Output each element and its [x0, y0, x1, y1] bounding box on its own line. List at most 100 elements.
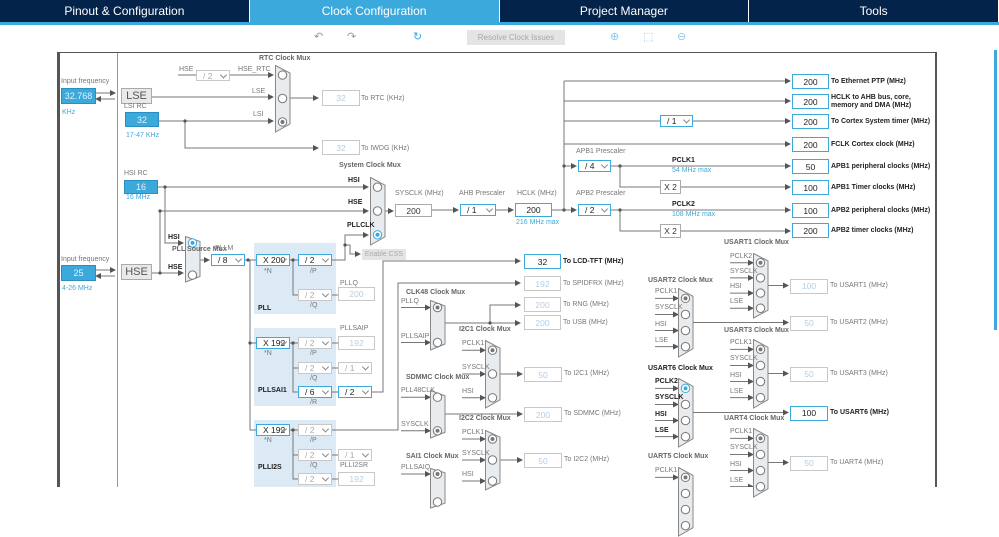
- plln-dropdown[interactable]: X 200: [256, 254, 290, 266]
- output-label: To Ethernet PTP (MHz): [831, 78, 906, 85]
- pllsai1-r-div-dropdown[interactable]: / 2: [338, 386, 372, 398]
- mux-input-radio[interactable]: [755, 303, 766, 313]
- usart6-input-label: HSI: [655, 410, 667, 418]
- mux-input-radio[interactable]: [432, 337, 443, 348]
- ahb-prescaler-label: AHB Prescaler: [459, 190, 505, 197]
- pclk2-max: 108 MHz max: [672, 211, 716, 218]
- mux-input-radio[interactable]: [680, 488, 691, 499]
- mux-input-radio[interactable]: [755, 288, 766, 298]
- output-frequency-input[interactable]: 200: [792, 223, 829, 238]
- pllsai1-title: PLLSAI1: [258, 387, 287, 394]
- rtc-lse-label: LSE: [252, 88, 266, 95]
- pllq-dropdown[interactable]: / 2: [298, 289, 332, 301]
- pllsai1-q-dropdown[interactable]: / 2: [298, 362, 332, 374]
- apb2-prescaler-dropdown[interactable]: / 2: [578, 204, 611, 216]
- cortex-timer-divider[interactable]: / 1: [660, 115, 693, 127]
- apb1-prescaler-dropdown[interactable]: / 4: [578, 160, 611, 172]
- hclk-input[interactable]: 200: [515, 203, 552, 217]
- i2c2-frequency-box: 50: [524, 453, 562, 468]
- output-frequency-input[interactable]: 200: [792, 94, 829, 109]
- pllp-dropdown[interactable]: / 2: [298, 254, 332, 266]
- mux-input-radio[interactable]: [755, 273, 766, 283]
- mux-input-radio[interactable]: [432, 392, 443, 402]
- mux-input-radio[interactable]: [755, 449, 766, 460]
- usart6-mux-title: USART6 Clock Mux: [648, 365, 713, 372]
- lse-frequency-input[interactable]: 32.768: [61, 88, 96, 104]
- pllm-label: PLLM: [215, 245, 234, 252]
- output-frequency-input[interactable]: 200: [792, 74, 829, 89]
- mux-input-radio[interactable]: [680, 520, 691, 531]
- hse-frequency-input[interactable]: 25: [61, 265, 96, 281]
- plli2s-q-div-dropdown[interactable]: / 1: [338, 449, 372, 461]
- mux-input-radio[interactable]: [372, 182, 383, 192]
- lcd-tft-frequency-input[interactable]: 32: [524, 254, 561, 269]
- pllsai1-r-dropdown[interactable]: / 6: [298, 386, 332, 398]
- mux-input-radio[interactable]: [487, 476, 498, 486]
- rtc-clock-mux: [275, 65, 291, 133]
- apb2-timer-multiplier: X 2: [660, 224, 681, 238]
- mux-input-radio[interactable]: [680, 504, 691, 515]
- mux-selected-dot: [190, 240, 195, 245]
- output-frequency-input[interactable]: 100: [792, 180, 829, 195]
- mux-input-radio[interactable]: [755, 465, 766, 476]
- lse-block: LSE: [121, 88, 152, 104]
- plli2s-n-dropdown[interactable]: X 192: [256, 424, 290, 436]
- mux-input-radio[interactable]: [487, 369, 498, 379]
- usart1-output-label: To USART1 (MHz): [830, 281, 888, 289]
- pllsai1-p-dropdown[interactable]: / 2: [298, 337, 332, 349]
- mux-input-radio[interactable]: [680, 309, 691, 320]
- mux-input-radio[interactable]: [432, 497, 443, 507]
- mux-input-radio[interactable]: [187, 270, 198, 280]
- junction-dot: [618, 164, 622, 168]
- hclk-max: 216 MHz max: [516, 219, 560, 226]
- mux-input-radio[interactable]: [680, 431, 691, 442]
- usart3-clock-mux: [753, 339, 769, 409]
- junction-dot: [158, 271, 162, 275]
- mux-input-radio[interactable]: [680, 415, 691, 426]
- hclk-label: HCLK (MHz): [517, 190, 557, 197]
- usart1-clock-mux: [753, 253, 769, 319]
- usart3-input-label: LSE: [730, 387, 744, 395]
- output-label: APB2 timer clocks (MHz): [831, 227, 914, 234]
- mux-input-radio[interactable]: [755, 360, 766, 371]
- hsi-range: 16 MHz: [126, 194, 151, 201]
- chevron-down-icon: [600, 161, 609, 169]
- lsi-frequency: 32: [125, 112, 159, 127]
- output-frequency-input[interactable]: 50: [792, 159, 829, 174]
- usart1-frequency-box: 100: [790, 278, 828, 294]
- dropdown-value: / 2: [305, 255, 315, 265]
- mux-input-radio[interactable]: [680, 399, 691, 410]
- mux-input-radio[interactable]: [487, 455, 498, 465]
- mux-input-radio[interactable]: [372, 206, 383, 216]
- output-label: FCLK Cortex clock (MHz): [831, 141, 915, 148]
- dropdown-value: / 2: [305, 338, 315, 348]
- mux-input-radio[interactable]: [755, 376, 766, 387]
- mux-input-radio[interactable]: [680, 341, 691, 352]
- pllsai1-n-dropdown[interactable]: X 192: [256, 337, 290, 349]
- usart3-frequency-box: 50: [790, 366, 828, 382]
- clk48-clock-mux: [430, 300, 446, 351]
- enable-css-button[interactable]: Enable CSS: [362, 249, 406, 260]
- plli2s-q-label: /Q: [310, 462, 318, 469]
- ahb-prescaler-dropdown[interactable]: / 1: [460, 204, 496, 216]
- output-frequency-input[interactable]: 200: [792, 137, 829, 152]
- mux-input-radio[interactable]: [277, 70, 288, 80]
- mux-input-radio[interactable]: [277, 93, 288, 104]
- pllm-dropdown[interactable]: / 8: [211, 254, 245, 266]
- plli2s-q-dropdown[interactable]: / 2: [298, 449, 332, 461]
- output-frequency-input[interactable]: 200: [792, 114, 829, 129]
- pllsai1-q-div-dropdown[interactable]: / 1: [338, 362, 372, 374]
- plli2s-p-dropdown[interactable]: / 2: [298, 424, 332, 436]
- sysmux-pllclk-label: PLLCLK: [347, 222, 375, 229]
- dropdown-value: / 2: [305, 363, 315, 373]
- clk48-mux-title: CLK48 Clock Mux: [406, 289, 466, 296]
- mux-selected-dot: [683, 475, 688, 480]
- output-frequency-input[interactable]: 100: [792, 203, 829, 218]
- lcd-tft-label: To LCD-TFT (MHz): [563, 258, 624, 265]
- mux-input-radio[interactable]: [487, 393, 498, 403]
- mux-selected-dot: [758, 260, 763, 265]
- plli2s-r-dropdown[interactable]: / 2: [298, 473, 332, 485]
- mux-input-radio[interactable]: [680, 325, 691, 336]
- hse-rtc-divider[interactable]: / 2: [196, 70, 230, 81]
- mux-input-radio[interactable]: [755, 392, 766, 403]
